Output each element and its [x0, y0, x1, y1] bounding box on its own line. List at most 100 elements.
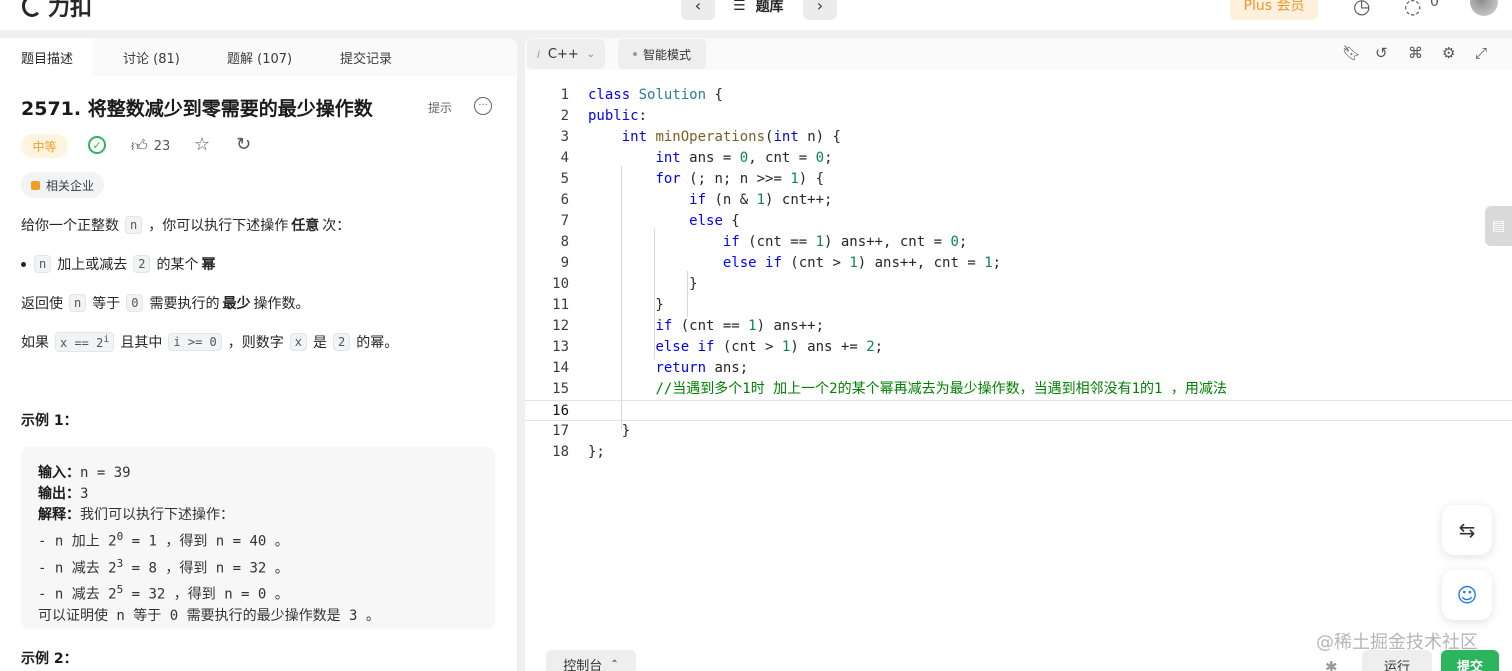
value: 3 [80, 486, 89, 502]
restore-code-button[interactable]: ⇆ [1442, 505, 1492, 555]
notes-side-tab[interactable]: ▤ [1485, 206, 1512, 246]
lock-icon [31, 180, 40, 190]
code-text: } [588, 423, 631, 439]
code-line-current: 16 [525, 400, 1512, 421]
inline-code: 0 [126, 294, 144, 312]
clock-icon[interactable]: ◷ [1353, 0, 1370, 18]
fire-icon[interactable]: ◌ [1404, 0, 1421, 18]
bold-text: 任意 [291, 218, 320, 234]
smart-mode-label: 智能模式 [642, 47, 691, 62]
star-icon[interactable]: ☆ [194, 134, 210, 155]
line-number: 10 [552, 276, 569, 292]
dot-icon [632, 52, 637, 56]
line-number: 17 [552, 423, 569, 439]
code-line: 14 return ans; [525, 358, 1512, 379]
panel-resize-handle[interactable] [517, 38, 525, 671]
value: n = 39 [80, 465, 131, 481]
code-editor[interactable]: 1 class Solution { 2 public: 3 int minOper… [525, 78, 1512, 638]
hint-button[interactable]: 提示 [428, 99, 452, 116]
example-2-title: 示例 2： [21, 651, 78, 667]
chevron-up-icon: ⌃ [610, 658, 619, 670]
bookmark-icon[interactable]: 🔖︎ [1342, 44, 1361, 62]
code-line: 10 } [525, 274, 1512, 295]
code-line: 6 if (n & 1) cnt++; [525, 190, 1512, 211]
related-companies-label: 相关企业 [46, 178, 95, 193]
inline-code: i >= 0 [168, 333, 222, 351]
list-icon: ☰ [733, 0, 746, 14]
next-problem-button[interactable]: › [803, 0, 837, 20]
code-text: if (n & 1) cnt++; [689, 192, 833, 208]
smart-mode-button[interactable]: 智能模式 [618, 39, 706, 69]
text: - n 减去 2 [38, 586, 117, 603]
description-paragraph-2: 返回使 n 等于 0 需要执行的 最少 操作数。 [21, 293, 309, 313]
plus-membership-button[interactable]: Plus 会员 [1230, 0, 1318, 20]
logo-text: 力扣 [48, 0, 93, 21]
code-line: 2 public: [525, 106, 1512, 127]
settings-icon[interactable]: ⚙ [1442, 44, 1455, 62]
code-line: 3 int minOperations(int n) { [525, 127, 1512, 148]
tab-discussion[interactable]: 讨论 (81) [123, 38, 180, 76]
text: 返回使 [21, 296, 63, 312]
console-toggle-button[interactable]: 控制台 ⌃ [546, 650, 636, 671]
user-avatar[interactable] [1470, 0, 1498, 16]
bullet-icon [21, 261, 26, 267]
like-button[interactable]: 👍︎ 23 [131, 136, 170, 156]
code-line: 11 } [525, 295, 1512, 316]
code-text: else if (cnt > 1) ans++, cnt = 1; [722, 255, 1002, 271]
fullscreen-icon[interactable]: ⤢ [1475, 44, 1487, 62]
line-number: 2 [560, 108, 569, 124]
code-line: 5 for (; n; n >>= 1) { [525, 169, 1512, 190]
related-companies-button[interactable]: 相关企业 [21, 172, 105, 198]
code-text: x == 2 [60, 336, 104, 350]
code-text: //当遇到多个1时 加上一个2的某个幂再减去为最少操作数，当遇到相邻没有1的1 … [588, 379, 1226, 400]
text: = 8 ，得到 n = 32 。 [123, 560, 289, 577]
inline-code: n [69, 294, 87, 312]
bold-text: 幂 [201, 257, 216, 273]
shortcut-icon[interactable]: ⌘ [1408, 44, 1423, 62]
debug-icon[interactable]: ✱ [1325, 658, 1338, 671]
more-options-icon[interactable]: ··· [474, 97, 492, 115]
line-number: 7 [560, 213, 569, 229]
example-step: - n 减去 23 = 8 ，得到 n = 32 。 [38, 553, 478, 580]
logo-mark-icon [22, 0, 42, 17]
prev-problem-button[interactable]: ‹ [681, 0, 715, 20]
example-explanation: 解释：我们可以执行下述操作： [38, 505, 478, 526]
code-text: public: [588, 108, 648, 124]
text: 等于 [92, 296, 121, 312]
chevron-left-icon: ‹ [694, 0, 702, 15]
tab-description[interactable]: 题目描述 [0, 38, 92, 76]
problem-list-button[interactable]: ☰ 题库 [733, 0, 784, 16]
code-text: int ans = 0, cnt = 0; [655, 150, 833, 166]
bold-text: 最少 [222, 296, 251, 312]
editor-toolbar: i C++ ⌄ 智能模式 🔖︎ ↺ ⌘ ⚙ ⤢ [525, 38, 1512, 70]
line-number: 6 [560, 192, 569, 208]
inline-code: n [125, 216, 143, 234]
leetcode-logo[interactable]: 力扣 [22, 0, 92, 22]
tab-submissions[interactable]: 提交记录 [340, 38, 392, 76]
example-step: - n 加上 20 = 1 ，得到 n = 40 。 [38, 526, 478, 553]
line-number: 12 [552, 318, 569, 334]
difficulty-badge: 中等 [21, 134, 68, 158]
description-paragraph-1: 给你一个正整数 n ，你可以执行下述操作 任意 次： [21, 215, 350, 235]
code-line: 13 else if (cnt > 1) ans += 2; [525, 337, 1512, 358]
reset-icon[interactable]: ↺ [1375, 44, 1388, 62]
code-text: else { [689, 213, 740, 229]
code-text: if (cnt == 1) ans++; [655, 318, 825, 334]
tab-solutions[interactable]: 题解 (107) [227, 38, 292, 76]
text: - n 减去 2 [38, 560, 117, 577]
inline-code: x == 2i [55, 332, 115, 352]
language-select[interactable]: i C++ ⌄ [527, 39, 605, 69]
code-line: 8 if (cnt == 1) ans++, cnt = 0; [525, 232, 1512, 253]
chat-button[interactable]: ☺ [1442, 570, 1492, 620]
description-paragraph-3: 如果 x == 2i 且其中 i >= 0 ，则数字 x 是 2 的幂。 [21, 332, 398, 352]
share-icon[interactable]: ↻ [236, 134, 251, 155]
top-navbar: 力扣 ‹ ☰ 题库 › Plus 会员 ◷ ◌ 0 [0, 0, 1512, 30]
text: 给你一个正整数 [21, 218, 119, 234]
code-line: 9 else if (cnt > 1) ans++, cnt = 1; [525, 253, 1512, 274]
text: 次： [322, 218, 351, 234]
inline-code: n [34, 255, 52, 273]
example-1-box: 输入：n = 39 输出：3 解释：我们可以执行下述操作： - n 加上 20 … [21, 447, 495, 629]
line-number: 4 [560, 150, 569, 166]
line-number: 9 [560, 255, 569, 271]
chevron-down-icon: ⌄ [586, 48, 596, 60]
